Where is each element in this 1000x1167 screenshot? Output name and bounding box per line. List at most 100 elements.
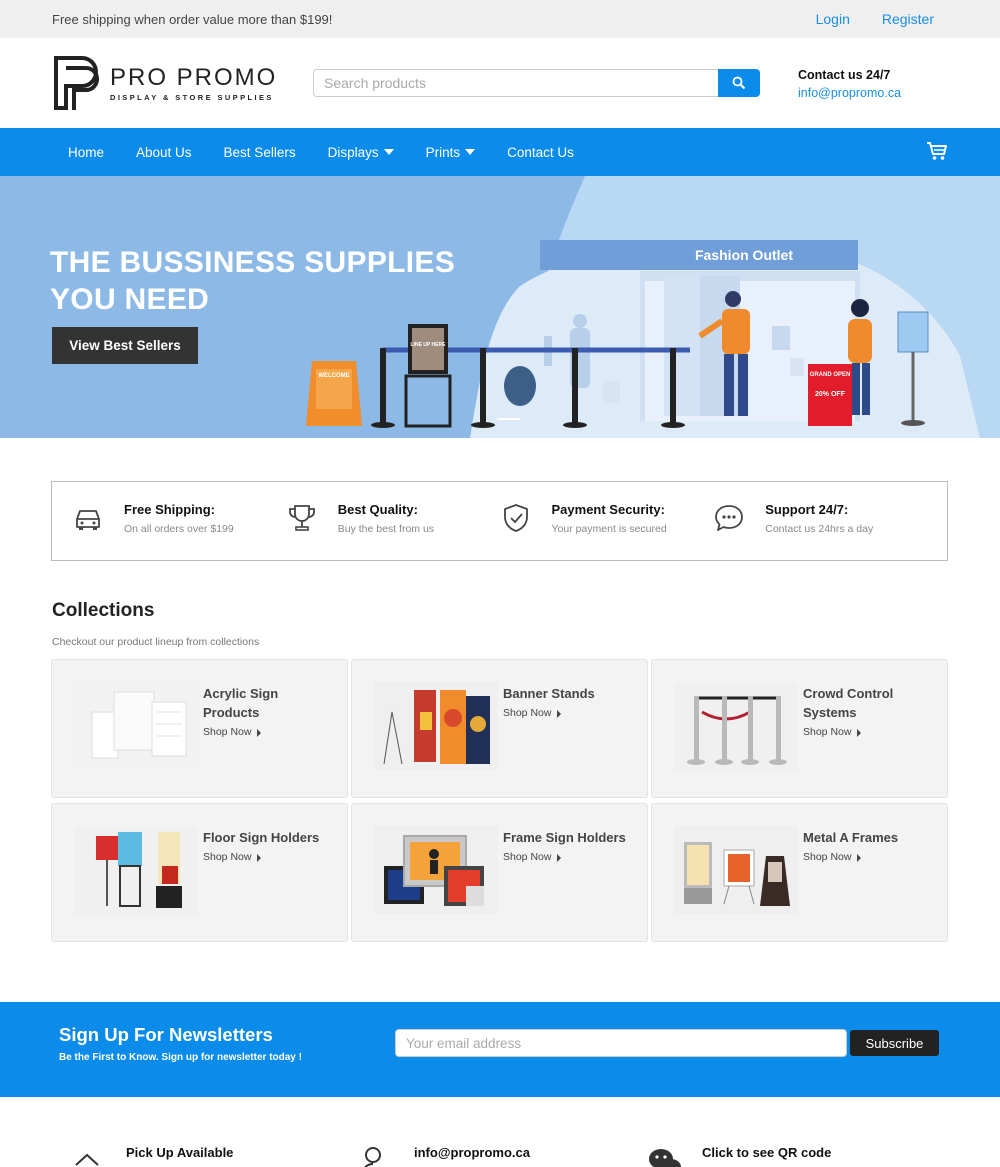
nav-item-about-us[interactable]: About Us xyxy=(136,145,192,160)
metal-a-frames-image xyxy=(674,826,798,914)
pickup-icon xyxy=(75,1153,99,1166)
brand-tagline: DISPLAY & STORE SUPPLIES xyxy=(110,93,274,102)
shop-now-link[interactable]: Shop Now xyxy=(203,848,333,867)
collection-card-crowd-control[interactable]: Crowd Control Systems Shop Now xyxy=(651,659,948,798)
login-link[interactable]: Login xyxy=(816,11,850,27)
discount-text: 20% OFF xyxy=(815,391,846,398)
footer-item-pickup: Pick Up Available xyxy=(72,1145,233,1167)
acrylic-products-image xyxy=(74,682,198,770)
hero-banner: Fashion Outlet GRAND OPEN 20% OFF WELCOM… xyxy=(0,176,1000,438)
nav-item-displays[interactable]: Displays xyxy=(328,145,394,160)
qr-code-link[interactable]: Click to see QR code xyxy=(702,1145,831,1160)
collection-name: Acrylic Sign Products xyxy=(203,686,279,720)
footer-item-qr: Click to see QR code xyxy=(648,1145,831,1167)
caret-right-icon xyxy=(857,853,862,862)
shield-check-icon xyxy=(503,504,528,532)
collection-card-acrylic[interactable]: Acrylic Sign Products Shop Now xyxy=(51,659,348,798)
auth-links: Login Register xyxy=(816,11,948,27)
feature-subtitle: Contact us 24hrs a day xyxy=(765,523,874,535)
user-search-icon xyxy=(364,1147,381,1167)
wechat-icon xyxy=(649,1149,681,1167)
banner-stands-image xyxy=(374,682,498,770)
collection-name: Metal A Frames xyxy=(803,830,899,845)
chevron-down-icon xyxy=(383,149,394,155)
grand-open-text: GRAND OPEN xyxy=(810,372,851,378)
shop-now-link[interactable]: Shop Now xyxy=(503,848,633,867)
nav-item-prints[interactable]: Prints xyxy=(426,145,476,160)
feature-subtitle: Buy the best from us xyxy=(337,523,435,535)
shop-now-link[interactable]: Shop Now xyxy=(803,723,933,742)
search-button[interactable] xyxy=(718,69,760,97)
newsletter-subtitle: Be the First to Know. Sign up for newsle… xyxy=(59,1052,302,1063)
collection-card-metal-a-frames[interactable]: Metal A Frames Shop Now xyxy=(651,803,948,942)
shipping-promo: Free shipping when order value more than… xyxy=(52,11,333,27)
subscribe-button[interactable]: Subscribe xyxy=(850,1030,939,1056)
nav-item-contact-us[interactable]: Contact Us xyxy=(507,145,574,160)
feature-title: Best Quality: xyxy=(337,502,418,517)
caret-right-icon xyxy=(557,853,562,862)
feature-subtitle: On all orders over $199 xyxy=(124,523,234,535)
caret-right-icon xyxy=(257,853,262,862)
logo[interactable]: PRO PROMO DISPLAY & STORE SUPPLIES xyxy=(52,54,314,112)
collection-name: Floor Sign Holders xyxy=(203,830,320,845)
shop-now-link[interactable]: Shop Now xyxy=(803,848,933,867)
store-sign-text: Fashion Outlet xyxy=(695,247,793,263)
register-link[interactable]: Register xyxy=(882,11,934,27)
feature-best-quality: Best Quality: Buy the best from us xyxy=(286,482,500,560)
collection-name: Banner Stands xyxy=(503,686,595,701)
search-icon xyxy=(732,76,746,90)
collection-card-floor-sign[interactable]: Floor Sign Holders Shop Now xyxy=(51,803,348,942)
contact-email-link[interactable]: info@propromo.ca xyxy=(798,84,901,102)
footer-email-link[interactable]: info@propromo.ca xyxy=(414,1145,530,1160)
caret-right-icon xyxy=(257,728,262,737)
collection-name: Crowd Control Systems xyxy=(803,686,894,720)
view-best-sellers-button[interactable]: View Best Sellers xyxy=(52,327,198,364)
collections-grid: Acrylic Sign Products Shop Now Banner St… xyxy=(51,659,948,942)
contact-title: Contact us 24/7 xyxy=(798,68,891,82)
newsletter-title: Sign Up For Newsletters xyxy=(59,1024,273,1045)
trophy-icon xyxy=(288,505,315,531)
newsletter-section: Sign Up For Newsletters Be the First to … xyxy=(0,1002,1000,1097)
feature-title: Free Shipping: xyxy=(124,502,215,517)
collection-card-banner-stands[interactable]: Banner Stands Shop Now xyxy=(351,659,648,798)
nav-item-best-sellers[interactable]: Best Sellers xyxy=(224,145,296,160)
chevron-down-icon xyxy=(465,149,476,155)
feature-title: Support 24/7: xyxy=(765,502,849,517)
feature-payment-security: Payment Security: Your payment is secure… xyxy=(500,482,714,560)
main-nav: Home About Us Best Sellers Displays Prin… xyxy=(0,128,1000,176)
collections-subtitle: Checkout our product lineup from collect… xyxy=(52,636,260,648)
shop-now-link[interactable]: Shop Now xyxy=(203,723,333,742)
footer-item-label: Pick Up Available xyxy=(126,1145,234,1160)
car-icon xyxy=(76,510,100,530)
welcome-text: WELCOME xyxy=(318,373,349,379)
brand-name: PRO PROMO xyxy=(110,64,278,91)
frame-sign-holders-image xyxy=(374,826,498,914)
hero-title-line1: THE BUSSINESS SUPPLIES xyxy=(50,246,456,279)
features-strip: Free Shipping: On all orders over $199 B… xyxy=(51,481,948,561)
search-bar xyxy=(313,69,760,97)
newsletter-email-input[interactable] xyxy=(395,1029,847,1057)
chat-icon xyxy=(715,505,744,531)
feature-free-shipping: Free Shipping: On all orders over $199 xyxy=(72,482,286,560)
caret-right-icon xyxy=(857,728,862,737)
contact-info: Contact us 24/7 info@propromo.ca xyxy=(798,66,901,102)
footer-info: Pick Up Available info@propromo.ca Click… xyxy=(0,1097,1000,1167)
hero-title-line2: YOU NEED xyxy=(50,283,210,316)
feature-support: Support 24/7: Contact us 24hrs a day xyxy=(713,482,927,560)
search-input[interactable] xyxy=(313,69,718,97)
crowd-control-image xyxy=(674,682,798,770)
shop-now-link[interactable]: Shop Now xyxy=(503,704,633,723)
site-header: PRO PROMO DISPLAY & STORE SUPPLIES Conta… xyxy=(0,38,1000,128)
feature-subtitle: Your payment is secured xyxy=(551,523,667,535)
floor-sign-holders-image xyxy=(74,826,198,914)
hero-title: THE BUSSINESS SUPPLIES YOU NEED xyxy=(50,244,455,318)
nav-item-home[interactable]: Home xyxy=(68,145,104,160)
collections-title: Collections xyxy=(52,600,155,621)
top-bar: Free shipping when order value more than… xyxy=(0,0,1000,38)
collection-card-frame-sign[interactable]: Frame Sign Holders Shop Now xyxy=(351,803,648,942)
cart-icon[interactable] xyxy=(926,141,948,161)
collection-name: Frame Sign Holders xyxy=(503,830,626,845)
lineup-text: LINE UP HERE xyxy=(411,342,447,348)
caret-right-icon xyxy=(557,709,562,718)
footer-item-email: info@propromo.ca xyxy=(360,1145,530,1167)
